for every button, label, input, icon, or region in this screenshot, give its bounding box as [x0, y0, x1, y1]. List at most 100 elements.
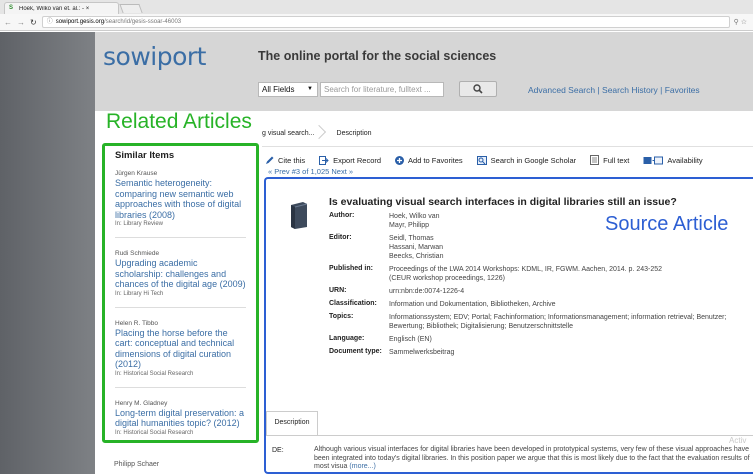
- metadata-value: Seidl, Thomas Hassani, Marwan Beecks, Ch…: [389, 235, 444, 260]
- similar-items-panel: Similar Items Jürgen Krause Semantic het…: [102, 143, 259, 443]
- url-path: /search/id/gesis-ssoar-46003: [104, 19, 182, 25]
- metadata-row: Document type: Sammelwerksbeitrag: [329, 348, 749, 357]
- back-icon[interactable]: ←: [4, 18, 12, 27]
- favicon-icon: S: [9, 5, 14, 11]
- metadata-label: Language:: [329, 335, 365, 342]
- breadcrumb-item-description: Description: [336, 129, 372, 137]
- full-text-button[interactable]: Full text: [590, 155, 629, 165]
- related-title-link[interactable]: Placing the horse before the cart: conce…: [115, 328, 246, 370]
- cite-button[interactable]: Cite this: [265, 156, 305, 165]
- description-text: Although various visual interfaces for d…: [314, 446, 753, 472]
- related-title-link[interactable]: Semantic heterogeneity: comparing new se…: [115, 178, 246, 220]
- description-body: Although various visual interfaces for d…: [314, 446, 750, 470]
- related-title-link[interactable]: Upgrading academic scholarship: challeng…: [115, 258, 246, 290]
- metadata-label: Topics:: [329, 313, 354, 320]
- metadata-row: URN: urn:nbn:de:0074-1226-4: [329, 287, 749, 296]
- scholar-label: Search in Google Scholar: [490, 155, 577, 165]
- url-host: sowiport.gesis.org: [55, 19, 105, 25]
- metadata-value: Proceedings of the LWA 2014 Workshops: K…: [389, 266, 663, 282]
- zoom-star-icons[interactable]: ⚲☆: [734, 18, 749, 26]
- breadcrumb-divider: [262, 146, 753, 147]
- metadata-row: Editor: Seidl, Thomas Hassani, Marwan Bee…: [329, 234, 749, 261]
- forward-icon[interactable]: →: [17, 18, 25, 27]
- record-actions: Cite this Export Record Add to Favorites…: [265, 155, 717, 165]
- browser-tabbar: S Hoek, Wilko van et. al.: - ×: [0, 0, 753, 14]
- more-link[interactable]: (more...): [349, 463, 375, 470]
- top-links[interactable]: Advanced Search | Search History | Favor…: [528, 85, 700, 95]
- chevron-down-icon: ▼: [307, 86, 313, 92]
- metadata-value: Information und Dokumentation, Bibliothe…: [389, 301, 556, 308]
- book-icon: [291, 202, 308, 229]
- search-button[interactable]: [459, 81, 497, 97]
- metadata-label: Editor:: [329, 234, 352, 241]
- new-tab-button[interactable]: [119, 4, 143, 13]
- metadata-row: Language: Englisch (EN): [329, 335, 749, 344]
- activate-watermark: Activ: [729, 436, 747, 445]
- metadata-row: Published in: Proceedings of the LWA 2014…: [329, 265, 749, 283]
- prev-next-navigation[interactable]: « Prev #3 of 1,025 Next »: [268, 167, 353, 176]
- metadata-row: Classification: Information und Dokumenta…: [329, 300, 749, 309]
- related-author: Henry M. Gladney: [115, 399, 168, 407]
- export-icon: [319, 155, 329, 165]
- metadata-value: Hoek, Wilko van Mayr, Philipp: [389, 213, 440, 229]
- cite-label: Cite this: [278, 155, 306, 165]
- search-field-value: All Fields: [262, 85, 295, 94]
- metadata-value: Englisch (EN): [389, 336, 432, 343]
- tab-title: Hoek, Wilko van et. al.: - ×: [19, 5, 90, 12]
- pencil-icon: [266, 156, 274, 164]
- related-author: Helen R. Tibbo: [115, 319, 158, 327]
- related-source: In: Historical Social Research: [115, 370, 194, 377]
- google-scholar-button[interactable]: Search in Google Scholar: [476, 155, 577, 165]
- related-author: Philipp Schaer: [114, 461, 160, 468]
- info-icon: ⓘ: [46, 19, 53, 25]
- description-language: DE:: [272, 447, 284, 454]
- metadata-label: Document type:: [329, 348, 382, 355]
- search-icon: [473, 84, 483, 94]
- record-title: Is evaluating visual search interfaces i…: [329, 196, 677, 208]
- metadata-label: URN:: [329, 287, 347, 294]
- site-tagline: The online portal for the social science…: [258, 49, 497, 63]
- source-article-annotation: Source Article: [605, 213, 729, 235]
- related-title-link[interactable]: Long-term digital preservation: a digita…: [115, 408, 246, 429]
- tab-divider: [266, 435, 753, 436]
- metadata-label: Published in:: [329, 265, 373, 272]
- search-input[interactable]: Search for literature, fulltext ...: [320, 82, 444, 97]
- breadcrumb: g visual search... Description: [262, 125, 384, 141]
- site-logo[interactable]: sowiport: [103, 42, 206, 71]
- full-text-label: Full text: [603, 155, 630, 165]
- export-label: Export Record: [333, 155, 382, 165]
- related-source: In: Library Hi Tech: [115, 290, 164, 297]
- favorites-label: Add to Favorites: [408, 155, 463, 165]
- breadcrumb-item-search[interactable]: g visual search...: [262, 130, 327, 137]
- related-articles-annotation: Related Articles: [106, 110, 252, 133]
- export-button[interactable]: Export Record: [319, 155, 382, 165]
- browser-tab[interactable]: S Hoek, Wilko van et. al.: - ×: [4, 2, 119, 14]
- left-gutter: [0, 32, 95, 474]
- tab-description[interactable]: Description: [266, 411, 318, 435]
- list-item: Henry M. Gladney Long-term digital prese…: [115, 399, 246, 441]
- plus-circle-icon: [395, 155, 405, 165]
- search-field-select[interactable]: All Fields ▼: [258, 82, 318, 97]
- scholar-search-icon: [476, 155, 487, 165]
- url-field[interactable]: ⓘ sowiport.gesis.org/search/id/gesis-sso…: [41, 16, 730, 28]
- metadata-label: Author:: [329, 212, 355, 219]
- list-item: Jürgen Krause Semantic heterogeneity: co…: [115, 170, 246, 238]
- metadata-row: Topics: Informationssystem; EDV; Portal; …: [329, 313, 749, 331]
- address-bar: ← → ↻ ⓘ sowiport.gesis.org/search/id/ges…: [0, 14, 753, 31]
- related-author: Jürgen Krause: [115, 170, 158, 177]
- metadata-value: Sammelwerksbeitrag: [389, 349, 455, 356]
- add-favorites-button[interactable]: Add to Favorites: [395, 155, 463, 165]
- availability-icon: [643, 156, 664, 164]
- related-source: In: Historical Social Research: [115, 429, 194, 436]
- metadata-label: Classification:: [329, 300, 377, 307]
- metadata-value: urn:nbn:de:0074-1226-4: [389, 288, 465, 295]
- similar-items-heading: Similar Items: [115, 150, 175, 161]
- document-icon: [590, 155, 600, 165]
- list-item: Rudi Schmiede Upgrading academic scholar…: [115, 250, 246, 308]
- availability-button[interactable]: Availability: [643, 155, 703, 165]
- reload-icon[interactable]: ↻: [30, 18, 37, 27]
- list-item: Helen R. Tibbo Placing the horse before …: [115, 320, 246, 388]
- metadata-value: Informationssystem; EDV; Portal; Fachinf…: [389, 314, 727, 330]
- availability-label: Availability: [667, 155, 703, 165]
- related-author: Rudi Schmiede: [115, 250, 160, 257]
